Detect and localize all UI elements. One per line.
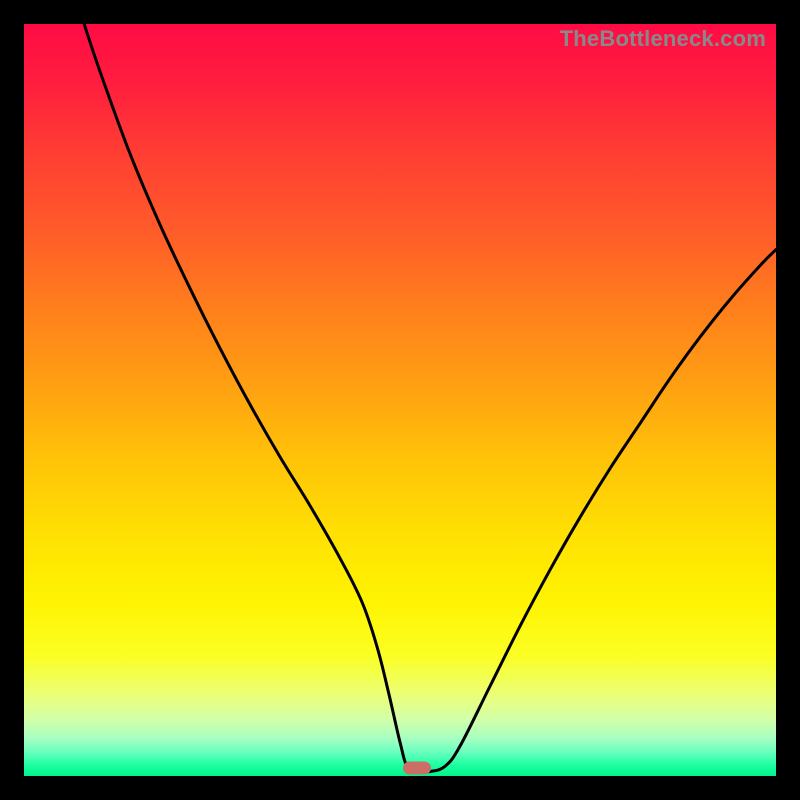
curve-layer bbox=[24, 24, 776, 776]
optimal-point-marker bbox=[403, 761, 431, 774]
chart-frame: TheBottleneck.com bbox=[0, 0, 800, 800]
plot-area: TheBottleneck.com bbox=[24, 24, 776, 776]
bottleneck-curve bbox=[84, 24, 776, 772]
